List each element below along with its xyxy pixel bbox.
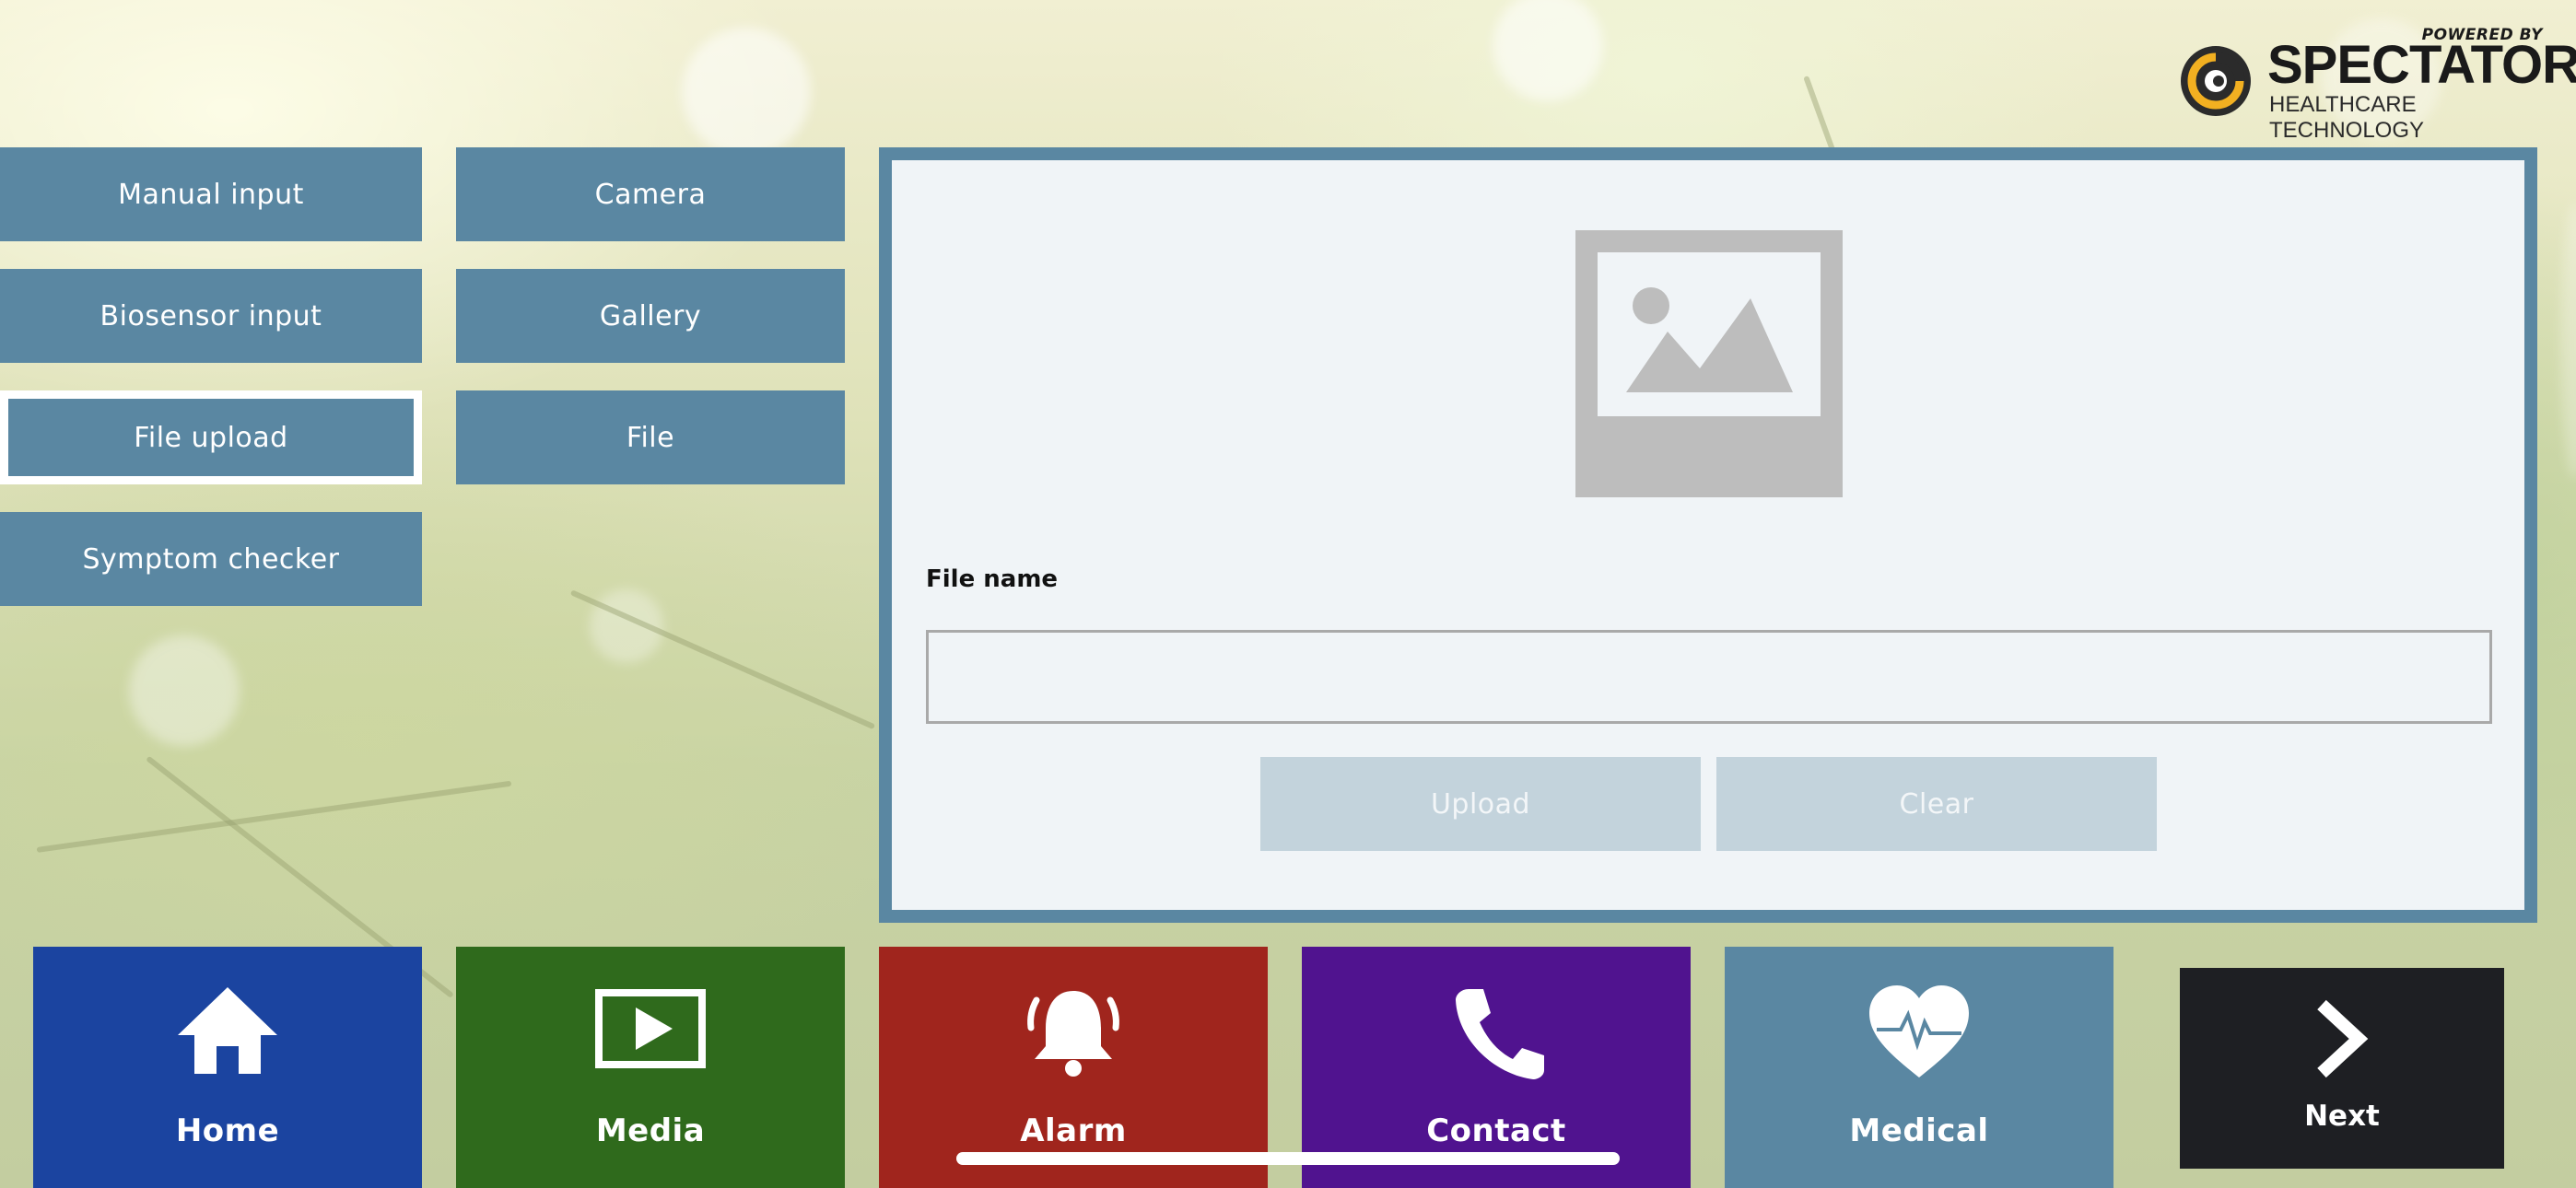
phone-icon xyxy=(1456,989,1544,1079)
bokeh-decoration xyxy=(129,635,240,746)
nav-alarm-label: Alarm xyxy=(1020,1112,1127,1149)
camera-button[interactable]: Camera xyxy=(456,147,845,241)
bell-icon xyxy=(1027,991,1119,1077)
bokeh-decoration xyxy=(682,28,811,157)
file-upload-button[interactable]: File upload xyxy=(0,390,422,484)
nav-medical-label: Medical xyxy=(1849,1112,1989,1149)
file-name-input[interactable] xyxy=(926,630,2492,724)
brand-name: SPECTATOR xyxy=(2267,35,2576,95)
nav-contact-label: Contact xyxy=(1426,1112,1566,1149)
upload-button[interactable]: Upload xyxy=(1260,757,1701,851)
brand-tagline: HEALTHCARE TECHNOLOGY xyxy=(2269,92,2425,143)
play-icon xyxy=(595,989,706,1068)
nav-medical-button[interactable]: Medical xyxy=(1725,947,2113,1188)
nav-media-label: Media xyxy=(595,1112,706,1149)
image-placeholder-icon xyxy=(1575,230,1843,497)
screen: POWERED BY SPECTATOR HEALTHCARE TECHNOLO… xyxy=(0,0,2576,1188)
file-button[interactable]: File xyxy=(456,390,845,484)
spectator-logo: POWERED BY SPECTATOR HEALTHCARE TECHNOLO… xyxy=(2179,26,2576,143)
spectator-logo-icon xyxy=(2181,46,2251,116)
heart-pulse-icon xyxy=(1869,985,1969,1077)
gallery-button[interactable]: Gallery xyxy=(456,269,845,363)
nav-next-button[interactable]: Next xyxy=(2180,968,2504,1169)
manual-input-button[interactable]: Manual input xyxy=(0,147,422,241)
chevron-right-icon xyxy=(2317,999,2369,1078)
bokeh-decoration xyxy=(2561,203,2576,479)
clear-button[interactable]: Clear xyxy=(1716,757,2157,851)
house-icon xyxy=(178,987,277,1074)
nav-home-button[interactable]: Home xyxy=(33,947,422,1188)
grass-decoration xyxy=(36,780,512,853)
nav-media-button[interactable]: Media xyxy=(456,947,845,1188)
home-indicator-bar[interactable] xyxy=(956,1152,1620,1165)
nav-next-label: Next xyxy=(2304,1100,2380,1133)
symptom-checker-button[interactable]: Symptom checker xyxy=(0,512,422,606)
bokeh-decoration xyxy=(1493,0,1603,101)
biosensor-input-button[interactable]: Biosensor input xyxy=(0,269,422,363)
file-name-label: File name xyxy=(926,565,1059,593)
nav-home-label: Home xyxy=(175,1112,280,1149)
